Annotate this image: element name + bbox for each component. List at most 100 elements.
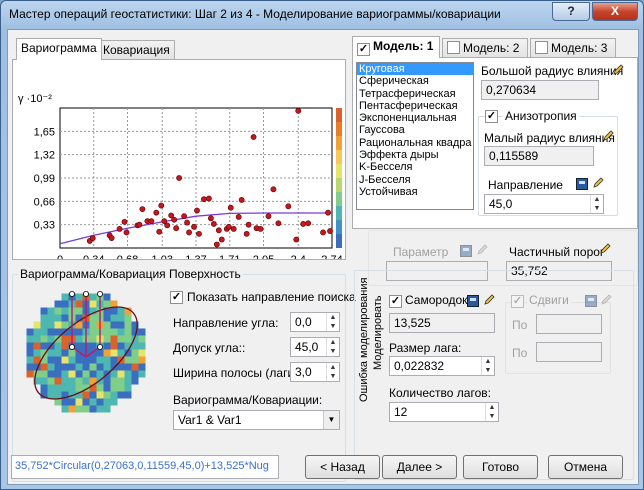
surface-cell: [75, 335, 83, 343]
model-type-item[interactable]: K-Бесселя: [357, 161, 473, 173]
surface-cell: [138, 356, 146, 364]
model-type-item[interactable]: Рациональная квадра: [357, 137, 473, 149]
calculator-icon[interactable]: [467, 295, 479, 307]
pencil-icon[interactable]: [599, 243, 613, 257]
surface-cell: [103, 349, 111, 357]
show-search-checkbox[interactable]: ✓: [170, 291, 183, 304]
model-type-item[interactable]: Сферическая: [357, 75, 473, 87]
surface-cell: [124, 321, 132, 329]
surface-cell: [96, 384, 104, 392]
spinner-arrows-icon[interactable]: ▲ ▼: [485, 403, 498, 421]
surface-cell: [68, 349, 76, 357]
tab-model-2[interactable]: Модель: 2: [442, 38, 528, 58]
lag-size-spinner[interactable]: 0,022832 ▲ ▼: [389, 356, 495, 376]
surface-cell: [96, 349, 104, 357]
shifts-label: Сдвиги: [527, 293, 571, 307]
data-point: [116, 226, 123, 232]
model-1-checkbox[interactable]: ✓: [357, 43, 370, 56]
model-type-item[interactable]: Тетрасферическая: [357, 88, 473, 100]
next-button[interactable]: Далее >: [382, 455, 457, 479]
y-tick-label: 1,32: [34, 150, 55, 162]
nugget-field[interactable]: 13,525: [389, 313, 495, 333]
bandwidth-spinner[interactable]: 3,0 ▲ ▼: [290, 362, 340, 382]
tab-model-1[interactable]: ✓ Модель: 1: [352, 36, 440, 58]
data-point: [173, 225, 180, 232]
surface-cell: [33, 328, 41, 336]
shift-po-field: [536, 314, 602, 334]
model-2-checkbox[interactable]: [447, 41, 460, 54]
x-tick-label: 1,37: [185, 254, 206, 259]
pencil-icon[interactable]: [483, 294, 497, 308]
colorbar-segment: [336, 122, 342, 136]
data-point: [207, 215, 214, 222]
help-button[interactable]: ?: [552, 2, 590, 21]
calculator-icon[interactable]: [576, 178, 588, 190]
surface-cell: [131, 363, 139, 371]
surface-cell: [40, 370, 48, 378]
chevron-down-icon[interactable]: ▼: [323, 411, 339, 429]
surface-cell: [124, 356, 132, 364]
surface-cell: [75, 370, 83, 378]
cancel-button[interactable]: Отмена: [548, 455, 623, 479]
model-type-item[interactable]: J-Бесселя: [357, 174, 473, 186]
model-3-checkbox[interactable]: [535, 41, 548, 54]
model-type-item[interactable]: Экспоненциальная: [357, 112, 473, 124]
pencil-icon[interactable]: [602, 130, 616, 144]
error-modeling-label: Ошибка моделирования: [358, 277, 370, 402]
surface-cell: [54, 321, 62, 329]
spinner-arrows-icon[interactable]: ▲ ▼: [481, 357, 494, 375]
spinner-arrows-icon[interactable]: ▲ ▼: [326, 363, 339, 381]
lags-count-spinner[interactable]: 12 ▲ ▼: [389, 402, 499, 422]
tab-covariance[interactable]: Ковариация: [98, 40, 175, 60]
surface-cell: [54, 391, 62, 399]
model-type-item[interactable]: Круговая: [357, 63, 473, 76]
anisotropy-checkbox[interactable]: ✓: [485, 110, 498, 123]
surface-cell: [110, 314, 118, 322]
formula-field[interactable]: 35,752*Circular(0,27063,0,11559,45,0)+13…: [11, 455, 279, 479]
model-type-item[interactable]: Гауссова: [357, 124, 473, 136]
surface-cell: [68, 356, 76, 364]
minor-range-field[interactable]: 0,115589: [484, 146, 594, 166]
angle-tolerance-spinner[interactable]: 45,0 ▲ ▼: [290, 337, 340, 357]
variogram-select[interactable]: Var1 & Var1 ▼: [173, 410, 340, 430]
data-point: [186, 229, 192, 236]
surface-cell: [89, 405, 97, 413]
title-bar[interactable]: Мастер операций геостатистики: Шаг 2 из …: [1, 1, 643, 29]
data-point: [305, 220, 312, 227]
back-button[interactable]: < Назад: [305, 455, 380, 479]
tab-model-3[interactable]: Модель: 3: [530, 38, 616, 58]
handle: [97, 291, 104, 297]
model-type-item[interactable]: Эффекта дыры: [357, 149, 473, 161]
surface-cell: [103, 328, 111, 336]
show-search-label: Показать направление поиска: [187, 290, 356, 304]
spinner-arrows-icon[interactable]: ▲ ▼: [590, 195, 603, 213]
model-type-item[interactable]: Пентасферическая: [357, 100, 473, 112]
surface-cell: [117, 342, 125, 350]
pencil-icon[interactable]: [592, 177, 606, 191]
variogram-surface-map[interactable]: [18, 287, 158, 422]
model-type-item[interactable]: Устойчивая: [357, 186, 473, 198]
angle-direction-spinner[interactable]: 0,0 ▲ ▼: [290, 312, 340, 332]
nugget-checkbox[interactable]: ✓: [389, 295, 402, 308]
major-range-field[interactable]: 0,270634: [481, 80, 599, 100]
surface-cell: [117, 363, 125, 371]
pencil-icon[interactable]: [612, 64, 626, 78]
param-label: Параметр: [393, 245, 449, 259]
data-point: [227, 204, 234, 211]
lags-count-label: Количество лагов:: [389, 386, 491, 400]
spinner-arrows-icon[interactable]: ▲ ▼: [326, 313, 339, 331]
spinner-arrows-icon[interactable]: ▲ ▼: [326, 338, 339, 356]
surface-cell: [68, 363, 76, 371]
surface-cell: [131, 370, 139, 378]
model-type-list[interactable]: Круговая Сферическая Тетрасферическая Пента…: [356, 62, 474, 210]
tab-variogram[interactable]: Вариограмма: [16, 38, 102, 60]
surface-cell: [54, 356, 62, 364]
surface-cell: [103, 398, 111, 406]
direction-spinner[interactable]: 45,0 ▲ ▼: [484, 194, 604, 214]
surface-cell: [47, 307, 55, 315]
finish-button[interactable]: Готово: [463, 455, 538, 479]
surface-cell: [117, 335, 125, 343]
surface-cell: [61, 314, 69, 322]
data-point: [148, 218, 155, 225]
close-button[interactable]: X: [592, 2, 638, 21]
